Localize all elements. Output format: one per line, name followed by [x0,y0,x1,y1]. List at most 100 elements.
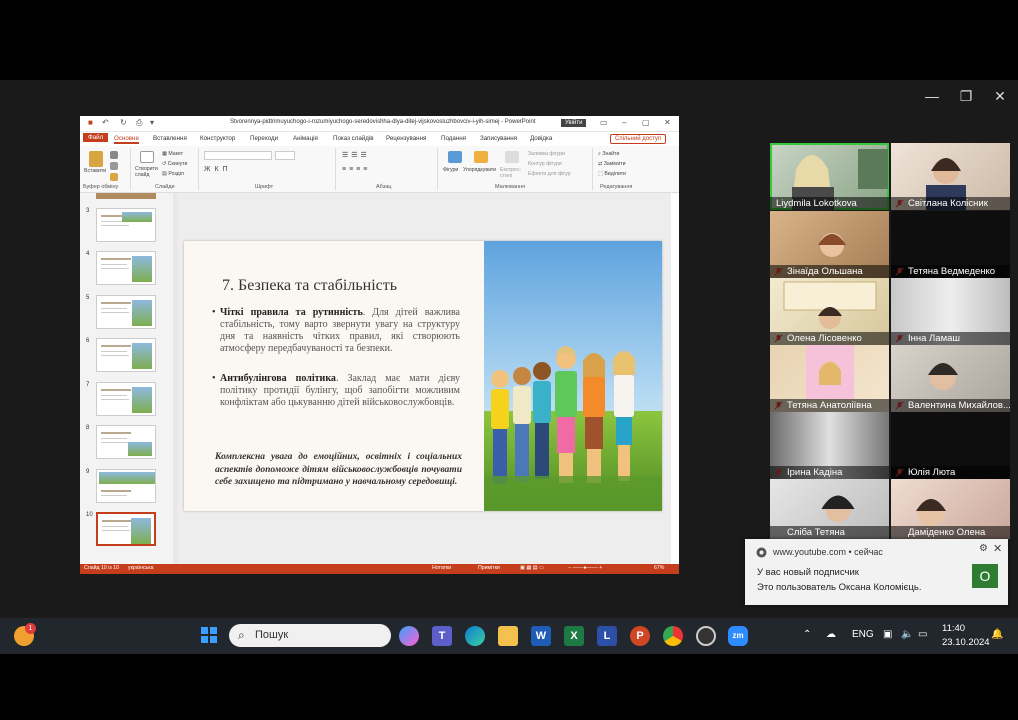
view-buttons[interactable]: ▣ ▦ ▤ ▭ [520,565,544,571]
select-button[interactable]: ⬚ Виділити [598,171,626,177]
copy-icon[interactable] [110,162,118,170]
sign-in-button[interactable]: Увійти [561,119,587,127]
language-indicator[interactable]: ENG [852,629,874,640]
notes-button[interactable]: Нотатки [432,565,451,571]
arrange-icon[interactable] [474,151,488,163]
save-icon[interactable]: ■ [88,118,93,127]
tab-animations[interactable]: Анімація [293,135,318,142]
new-slide-button[interactable]: Створити слайд [135,166,161,178]
font-name-select[interactable] [204,151,272,160]
quick-styles-button[interactable]: Експрес-стилі [500,167,524,179]
tab-review[interactable]: Рецензування [386,135,426,142]
tab-design[interactable]: Конструктор [200,135,235,142]
word-icon[interactable]: W [531,626,551,646]
font-size-select[interactable] [275,151,295,160]
zoom-icon[interactable]: zm [728,626,748,646]
taskbar-search[interactable]: ⌕ Пошук [229,624,391,647]
lingvo-icon[interactable]: L [597,626,617,646]
participant-tile[interactable]: Світлана Колісник [891,143,1010,210]
format-painter-icon[interactable] [110,173,118,181]
ppt-close-icon[interactable]: ✕ [664,118,671,127]
layout-button[interactable]: ▦ Макет [162,151,183,157]
cut-icon[interactable] [110,151,118,159]
ppt-minimize-icon[interactable]: – [622,118,626,127]
gear-icon[interactable]: ⚙ [979,543,988,554]
tab-transitions[interactable]: Переходи [250,135,278,142]
clock-time[interactable]: 11:40 [942,623,965,634]
section-button[interactable]: ▤ Розділ [162,171,184,177]
minimize-icon[interactable]: — [922,88,942,104]
screen-record-icon[interactable] [696,626,716,646]
reset-button[interactable]: ↺ Скинути [162,161,187,167]
participant-tile[interactable]: Юлія Люта [891,412,1010,479]
arrange-button[interactable]: Упорядкувати [463,167,496,173]
clock-date[interactable]: 23.10.2024 [942,637,990,648]
teams-icon[interactable]: T [432,626,452,646]
battery-icon[interactable]: ▭ [918,629,927,640]
cloud-icon[interactable]: ☁ [826,629,836,640]
participant-tile[interactable]: Сліба Тетяна [770,479,889,539]
thumbnail-slide[interactable] [96,208,156,242]
shape-fill-button[interactable]: Заливка фігури [528,151,565,157]
thumbnail-slide-selected[interactable] [96,512,156,546]
share-button[interactable]: Спільний доступ [610,134,667,144]
font-format-buttons[interactable]: ЖКП [204,166,232,173]
tab-file[interactable]: Файл [83,133,109,142]
thumbnail-partial[interactable] [96,193,156,199]
current-slide[interactable]: 7. Безпека та стабільність Чіткі правила… [184,241,662,511]
copilot-icon[interactable] [399,626,419,646]
tab-record[interactable]: Записування [480,135,517,142]
paste-icon[interactable] [89,151,103,167]
list-buttons[interactable]: ☰☰☰ [342,151,370,159]
zoom-slider[interactable]: − ───●─── + [568,565,602,571]
language-indicator[interactable]: українська [128,565,154,571]
participant-tile[interactable]: Liydmila Lokotkova [770,143,889,210]
tab-help[interactable]: Довідка [530,135,552,142]
windows-start-icon[interactable] [199,626,219,646]
participant-tile[interactable]: Зінаїда Ольшана [770,211,889,278]
comments-button[interactable]: Примітки [478,565,500,571]
search-input[interactable]: Пошук [255,629,288,641]
replace-button[interactable]: ⇄ Замінити [598,161,626,167]
participant-tile[interactable]: Валентина Михайлов... [891,345,1010,412]
tab-view[interactable]: Подання [441,135,466,142]
zoom-level[interactable]: 67% [654,565,664,571]
participant-tile[interactable]: Тетяна Ведмеденко [891,211,1010,278]
tab-slideshow[interactable]: Показ слайдів [333,135,374,142]
bell-icon[interactable]: 🔔 [991,629,1003,640]
ribbon-display-icon[interactable]: ▭ [600,118,608,127]
quick-styles-icon[interactable] [505,151,519,163]
chrome-icon[interactable] [663,626,683,646]
find-button[interactable]: ⌕ Знайти [598,151,619,158]
participant-tile[interactable]: Інна Ламаш [891,278,1010,345]
volume-icon[interactable]: 🔈 [901,629,913,640]
thumbnail-slide[interactable] [96,338,156,372]
shapes-icon[interactable] [448,151,462,163]
chevron-up-icon[interactable]: ⌃ [803,629,811,640]
close-icon[interactable]: ✕ [993,542,1002,555]
shape-effects-button[interactable]: Ефекти для фігур [528,171,571,177]
powerpoint-icon[interactable]: P [630,626,650,646]
shapes-button[interactable]: Фігури [443,167,458,173]
participant-tile[interactable]: Тетяна Анатоліївна [770,345,889,412]
participant-tile[interactable]: Ірина Кадіна [770,412,889,479]
new-slide-icon[interactable] [140,151,154,163]
restore-icon[interactable]: ❐ [956,88,976,104]
shape-outline-button[interactable]: Контур фігури [528,161,562,167]
thumbnail-slide[interactable] [96,469,156,503]
thumbnail-slide[interactable] [96,295,156,329]
tab-home[interactable]: Основне [114,135,139,144]
close-icon[interactable]: ✕ [990,88,1010,104]
network-icon[interactable]: ▣ [883,629,892,640]
edge-icon[interactable] [465,626,485,646]
browser-notification[interactable]: www.youtube.com • сейчас ⚙ ✕ У вас новый… [745,539,1008,605]
excel-icon[interactable]: X [564,626,584,646]
file-explorer-icon[interactable] [498,626,518,646]
tab-insert[interactable]: Вставлення [153,135,187,142]
customize-icon[interactable]: ▾ [150,118,154,127]
align-buttons[interactable]: ≡≡≡≡ [342,166,370,173]
redo-icon[interactable]: ↻ [120,118,127,127]
thumbnail-slide[interactable] [96,382,156,416]
ppt-restore-icon[interactable]: ▢ [642,118,650,127]
quick-access-icon[interactable]: ⎙ [136,118,142,128]
